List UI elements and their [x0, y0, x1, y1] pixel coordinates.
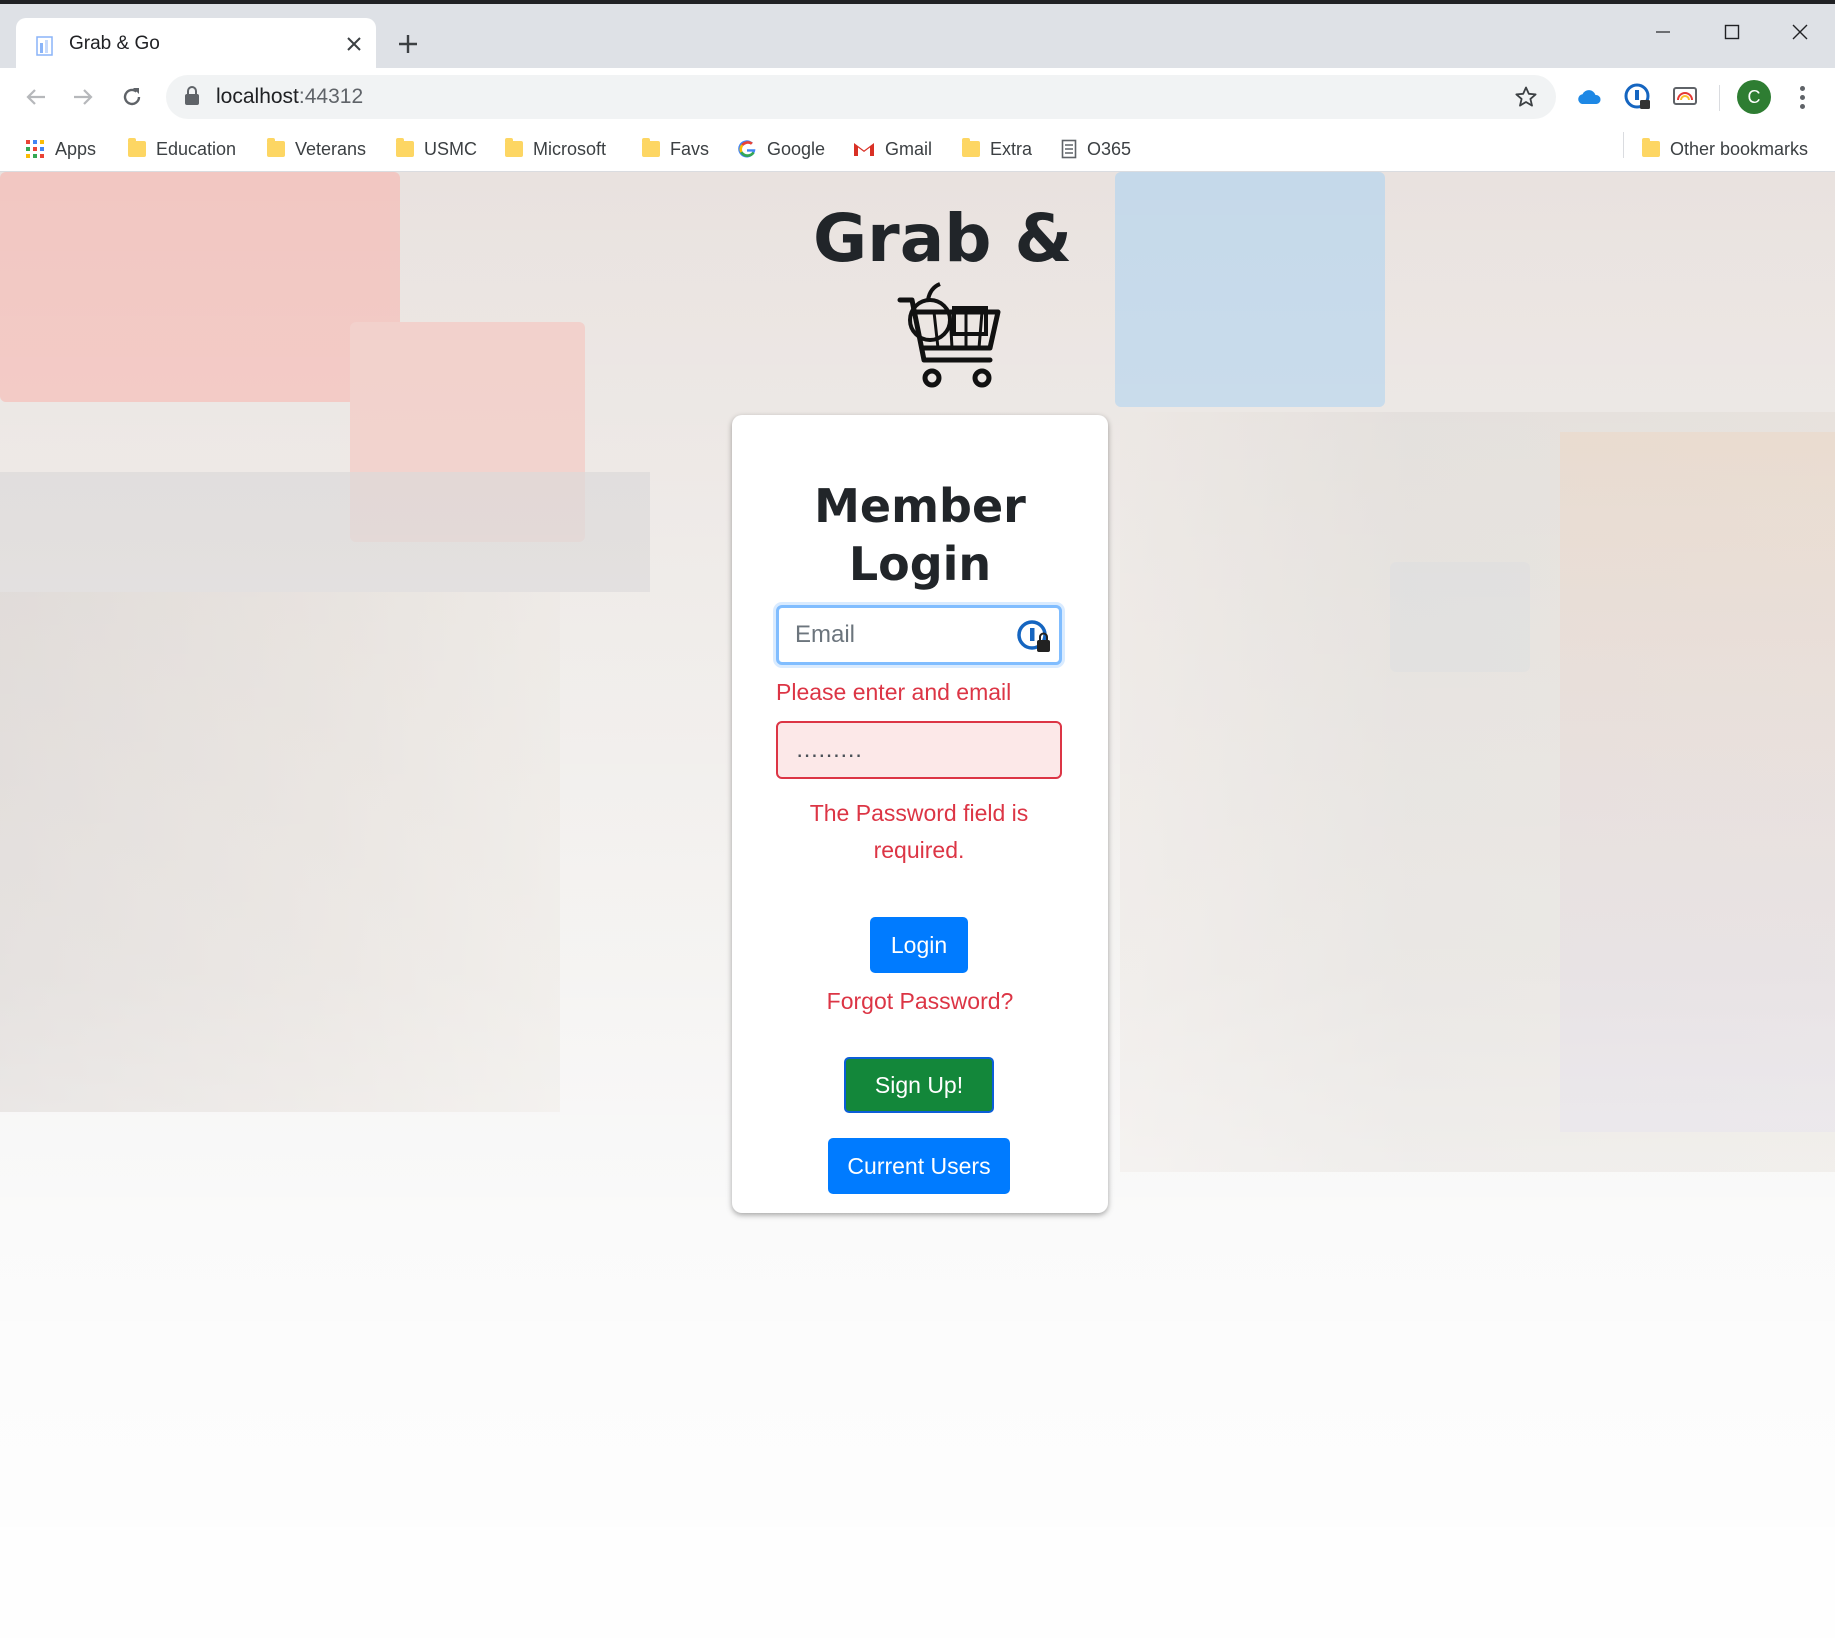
- gmail-icon: [854, 143, 874, 156]
- bookmark-o365[interactable]: O365: [1061, 134, 1131, 164]
- login-title: Member Login: [814, 479, 1026, 591]
- browser-tab-active[interactable]: Grab & Go: [16, 18, 376, 72]
- password-manager-icon[interactable]: [1622, 81, 1654, 113]
- forward-arrow-icon[interactable]: [64, 78, 102, 116]
- page-background: Grab & Member Login Please enter and ema…: [0, 172, 1835, 1638]
- toolbar-separator: [1719, 85, 1720, 111]
- bookmark-usmc[interactable]: USMC: [396, 134, 477, 164]
- folder-icon: [962, 138, 980, 157]
- browser-menu-icon[interactable]: [1788, 82, 1816, 112]
- apps-grid-icon: [26, 140, 44, 158]
- folder-icon: [1642, 138, 1660, 157]
- bookmark-star-icon[interactable]: [1512, 83, 1540, 111]
- bookmark-label: USMC: [424, 138, 477, 159]
- bookmark-label: Google: [767, 138, 826, 159]
- minimize-icon[interactable]: [1630, 12, 1696, 52]
- bookmark-label: Gmail: [885, 138, 933, 159]
- bookmark-gmail[interactable]: Gmail: [853, 134, 932, 164]
- lock-icon: [185, 86, 199, 105]
- page-icon: [1061, 139, 1077, 159]
- bookmark-education[interactable]: Education: [128, 134, 236, 164]
- folder-icon: [128, 138, 146, 157]
- folder-icon: [642, 138, 660, 157]
- bookmark-extra[interactable]: Extra: [962, 134, 1032, 164]
- cast-extension-icon[interactable]: [1669, 81, 1701, 113]
- bookmark-other[interactable]: Other bookmarks: [1642, 134, 1808, 164]
- tab-close-icon[interactable]: [340, 30, 368, 58]
- bookmarks-separator: [1623, 132, 1624, 158]
- close-window-icon[interactable]: [1767, 12, 1833, 52]
- bookmark-label: Favs: [670, 138, 710, 159]
- current-users-button[interactable]: Current Users: [828, 1138, 1010, 1194]
- bookmark-apps[interactable]: Apps: [25, 134, 96, 164]
- sign-up-button[interactable]: Sign Up!: [844, 1057, 994, 1113]
- password-error-message: The Password field is required.: [809, 800, 1029, 863]
- address-bar[interactable]: localhost:44312: [166, 75, 1556, 119]
- login-card: Member Login Please enter and email The …: [732, 415, 1108, 1213]
- bookmark-label: Other bookmarks: [1670, 138, 1809, 159]
- bookmark-favs[interactable]: Favs: [642, 134, 709, 164]
- bookmark-google[interactable]: Google: [737, 134, 825, 164]
- login-button[interactable]: Login: [870, 917, 968, 973]
- forgot-password-link[interactable]: Forgot Password?: [732, 988, 1108, 1015]
- bookmark-label: Microsoft: [533, 138, 607, 159]
- page-favicon-icon: [36, 36, 53, 56]
- google-icon: [738, 140, 756, 158]
- bookmark-label: O365: [1087, 138, 1132, 159]
- bookmark-label: Education: [156, 138, 237, 159]
- folder-icon: [505, 138, 523, 157]
- new-tab-icon[interactable]: [392, 28, 424, 60]
- maximize-icon[interactable]: [1699, 12, 1765, 52]
- url-text: localhost:44312: [216, 85, 364, 108]
- bookmark-label: Extra: [990, 138, 1033, 159]
- password-manager-fill-icon[interactable]: [1016, 619, 1052, 655]
- tab-strip: Grab & Go: [0, 4, 1835, 72]
- shopping-cart-logo-icon: [897, 282, 1001, 388]
- bookmark-microsoft[interactable]: Microsoft: [505, 134, 606, 164]
- bookmarks-bar: Apps Education Veterans USMC Microsoft F…: [0, 126, 1835, 172]
- bookmark-label: Veterans: [295, 138, 367, 159]
- password-field[interactable]: [776, 721, 1062, 779]
- folder-icon: [267, 138, 285, 157]
- browser-toolbar: localhost:44312 C: [0, 68, 1835, 126]
- folder-icon: [396, 138, 414, 157]
- bookmark-label: Apps: [55, 138, 97, 159]
- brand-title: Grab &: [812, 200, 1073, 277]
- onedrive-cloud-icon[interactable]: [1573, 81, 1605, 113]
- profile-avatar[interactable]: C: [1737, 80, 1771, 114]
- bookmark-veterans[interactable]: Veterans: [267, 134, 366, 164]
- email-error-message: Please enter and email: [776, 679, 1012, 705]
- reload-icon[interactable]: [113, 78, 151, 116]
- tab-title: Grab & Go: [69, 33, 160, 54]
- back-arrow-icon[interactable]: [17, 78, 55, 116]
